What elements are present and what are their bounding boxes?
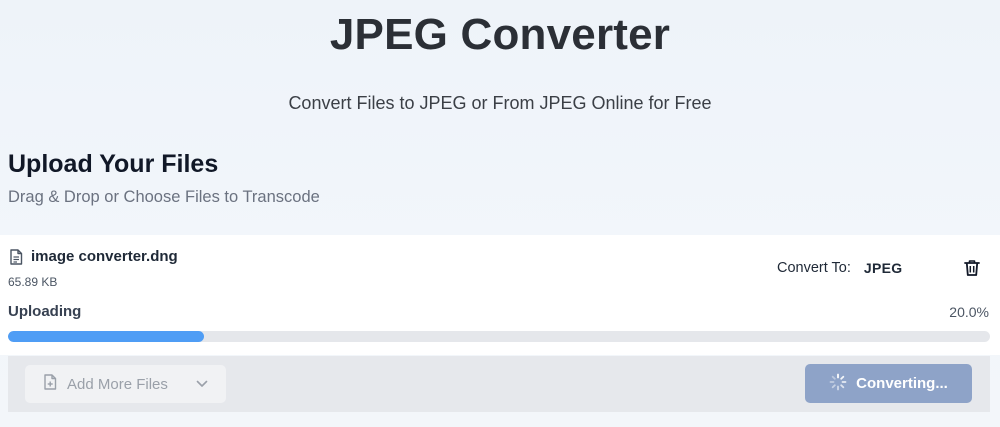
page-title: JPEG Converter bbox=[329, 10, 671, 59]
file-plus-icon bbox=[43, 374, 57, 394]
action-bar: Add More Files Converting... bbox=[8, 356, 990, 412]
upload-status-label: Uploading bbox=[8, 303, 82, 320]
add-more-files-button[interactable]: Add More Files bbox=[25, 365, 226, 403]
file-card: image converter.dng 65.89 KB Convert To:… bbox=[0, 235, 1000, 355]
file-name: image converter.dng bbox=[31, 248, 178, 265]
trash-icon[interactable] bbox=[962, 258, 982, 278]
file-name-row: image converter.dng bbox=[9, 248, 178, 265]
convert-to-control[interactable]: Convert To: JPEG bbox=[777, 260, 902, 276]
converting-button[interactable]: Converting... bbox=[805, 364, 972, 403]
page-subtitle: Convert Files to JPEG or From JPEG Onlin… bbox=[288, 93, 712, 113]
upload-section-title: Upload Your Files bbox=[8, 150, 219, 178]
document-icon bbox=[9, 248, 23, 265]
file-size: 65.89 KB bbox=[8, 275, 58, 289]
chevron-down-icon[interactable] bbox=[196, 380, 208, 388]
converting-label: Converting... bbox=[856, 375, 948, 392]
convert-format-value[interactable]: JPEG bbox=[864, 260, 903, 276]
progress-bar-fill bbox=[8, 331, 205, 342]
add-more-files-label: Add More Files bbox=[67, 375, 168, 393]
convert-to-label: Convert To: bbox=[777, 260, 851, 276]
spinner-icon bbox=[829, 373, 847, 395]
upload-progress-percent: 20.0% bbox=[949, 304, 989, 320]
progress-bar bbox=[8, 331, 990, 342]
upload-section-subtitle: Drag & Drop or Choose Files to Transcode bbox=[8, 188, 320, 206]
